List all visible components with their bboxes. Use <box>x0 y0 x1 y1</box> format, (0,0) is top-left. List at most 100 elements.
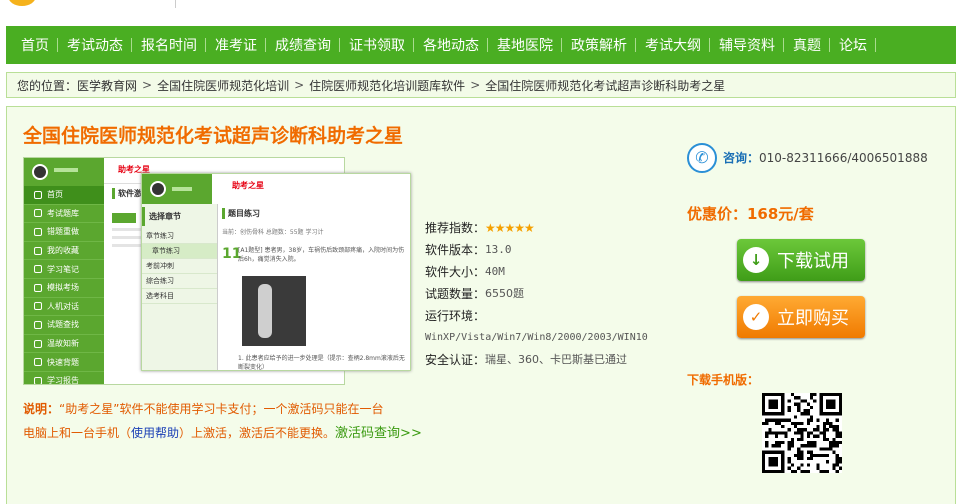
menu-item-icon <box>34 320 42 329</box>
screenshot-menu-item: 错题重做 <box>24 223 104 242</box>
menu-item-icon <box>34 339 42 348</box>
spec-label: 软件版本： <box>425 243 486 257</box>
screenshot-menu-item: 考试题库 <box>24 205 104 224</box>
product-panel: 全国住院医师规范化考试超声诊断科助考之星 首页 考试题库 错题重做 我的收藏 学习笔记模… <box>6 106 956 504</box>
note-text: “助考之星”软件不能使用学习卡支付；一个激活码只能在一台 <box>59 402 384 416</box>
screenshot-menu-item: 我的收藏 <box>24 242 104 261</box>
header-divider <box>175 0 176 8</box>
screenshot-menu-item: 温故知新 <box>24 335 104 354</box>
consult-phone: 010-82311666/4006501888 <box>759 151 928 165</box>
chapter-row: 章节练习 <box>142 244 217 259</box>
breadcrumb-link[interactable]: 全国住院医师规范化培训 <box>157 77 289 94</box>
spec-security: 安全认证： 瑞星、360、卡巴斯基已通过 <box>425 349 675 371</box>
spec-value: 瑞星、360、卡巴斯基已通过 <box>485 353 628 366</box>
menu-item-icon <box>34 376 42 384</box>
avatar <box>150 181 166 197</box>
buy-button-label: 立即购买 <box>777 308 849 329</box>
activation-query-link[interactable]: 激活码查询>> <box>335 426 422 441</box>
help-link[interactable]: 使用帮助 <box>131 426 179 440</box>
top-header <box>0 0 977 26</box>
price: 优惠价：168元/套 <box>687 205 814 223</box>
menu-item-icon <box>34 190 42 199</box>
screenshot-menu-item: 学习笔记 <box>24 260 104 279</box>
mobile-download-label: 下载手机版： <box>687 373 760 387</box>
nav-item[interactable]: 基地医院 <box>488 35 562 55</box>
nav-item[interactable]: 论坛 <box>830 35 876 55</box>
breadcrumb: 您的位置： 医学教育网 > 全国住院医师规范化培训 > 住院医师规范化培训题库软件 > 全国… <box>6 72 956 98</box>
menu-item-icon <box>34 283 42 292</box>
spec-label: 试题数量： <box>425 287 486 301</box>
username-placeholder <box>54 168 78 172</box>
breadcrumb-separator: > <box>142 78 153 92</box>
software-screenshot-front: 助考之星 选择章节 章节练习 章节练习 考前冲刺 综合练习 选考科目 题目练习 当前：创… <box>141 173 411 371</box>
chapter-row: 选考科目 <box>142 289 217 304</box>
breadcrumb-link[interactable]: 医学教育网 <box>77 77 137 94</box>
screenshot-menu-item: 试题查找 <box>24 316 104 335</box>
nav-item[interactable]: 考试动态 <box>58 35 132 55</box>
note-label: 说明： <box>23 402 60 416</box>
nav-item[interactable]: 考试大纲 <box>636 35 710 55</box>
screenshot-menu: 首页 考试题库 错题重做 我的收藏 学习笔记 模拟考场 人机对话 试题查找 温故知新 快速背题 学习… <box>24 186 104 384</box>
menu-item-label: 考试题库 <box>47 208 79 218</box>
spec-value: 40M <box>485 265 505 278</box>
chapter-row: 章节练习 <box>142 229 217 244</box>
quiz-title: 题目练习 <box>222 208 406 219</box>
chapter-panel-title: 选择章节 <box>142 207 217 226</box>
nav-item[interactable]: 各地动态 <box>414 35 488 55</box>
screenshot-menu-item: 人机对话 <box>24 298 104 317</box>
quiz-meta: 当前：创伤骨科 总题数：55题 学习计 <box>222 229 324 236</box>
buy-now-button[interactable]: ✓ 立即购买 <box>737 296 865 338</box>
site-logo[interactable] <box>8 0 36 6</box>
avatar <box>32 164 48 180</box>
breadcrumb-separator: > <box>470 78 481 92</box>
menu-item-icon <box>34 246 42 255</box>
activation-button <box>112 213 136 223</box>
menu-item-label: 学习笔记 <box>47 264 79 274</box>
quiz-area: 题目练习 当前：创伤骨科 总题数：55题 学习计 11 [A1题型] 患者男，3… <box>222 204 406 370</box>
main-nav: 首页 考试动态 报名时间 准考证 成绩查询 证书领取 各地动态 基地医院 政策解析 考试大纲 辅导资… <box>6 26 956 64</box>
spec-version: 软件版本： 13.0 <box>425 239 675 261</box>
nav-item[interactable]: 证书领取 <box>340 35 414 55</box>
spec-rating: 推荐指数： ★★★★★ <box>425 217 675 239</box>
spec-value: 13.0 <box>485 243 512 256</box>
qr-code-icon[interactable] <box>762 393 842 473</box>
breadcrumb-separator: > <box>294 78 305 92</box>
breadcrumb-link[interactable]: 全国住院医师规范化考试超声诊断科助考之星 <box>485 77 725 94</box>
note-text: ）上激活，激活后不能更换。 <box>179 426 336 440</box>
download-button-label: 下载试用 <box>777 251 849 272</box>
nav-item[interactable]: 辅导资料 <box>710 35 784 55</box>
screenshot-menu-item: 快速背题 <box>24 353 104 372</box>
breadcrumb-link[interactable]: 住院医师规范化培训题库软件 <box>309 77 465 94</box>
nav-item[interactable]: 首页 <box>12 35 58 55</box>
screenshot-menu-item: 模拟考场 <box>24 279 104 298</box>
spec-env: 运行环境： <box>425 305 675 327</box>
product-specs: 推荐指数： ★★★★★ 软件版本： 13.0 软件大小： 40M 试题数量： 6… <box>425 217 675 371</box>
nav-item[interactable]: 政策解析 <box>562 35 636 55</box>
question-text: [A1题型] 患者男，38岁，车祸伤后致颈部疼痛，入院时间为伤后6h，痛觉消失入… <box>238 247 405 263</box>
nav-item[interactable]: 成绩查询 <box>266 35 340 55</box>
nav-item[interactable]: 准考证 <box>206 35 266 55</box>
chapter-row: 考前冲刺 <box>142 259 217 274</box>
nav-item[interactable]: 真题 <box>784 35 830 55</box>
phone-icon: ✆ <box>687 143 717 173</box>
spec-env-value: WinXP/Vista/Win7/Win8/2000/2003/WIN10 <box>425 332 648 343</box>
download-trial-button[interactable]: ↓ 下载试用 <box>737 239 865 281</box>
consult-label: 咨询： <box>723 151 760 165</box>
rating-stars-icon: ★★★★★ <box>485 221 535 235</box>
note-text: 电脑上和一台手机（ <box>23 426 132 440</box>
chapter-panel: 选择章节 章节练习 章节练习 考前冲刺 综合练习 选考科目 <box>142 204 218 370</box>
menu-item-icon <box>34 302 42 311</box>
checkmark-icon: ✓ <box>743 304 769 330</box>
username-placeholder <box>172 187 192 191</box>
xray-image <box>242 276 306 346</box>
note-line-1: 说明：“助考之星”软件不能使用学习卡支付；一个激活码只能在一台 <box>23 397 443 421</box>
spec-label: 推荐指数： <box>425 221 486 235</box>
menu-item-label: 首页 <box>47 190 63 200</box>
menu-item-label: 我的收藏 <box>47 246 79 256</box>
menu-item-icon <box>34 265 42 274</box>
nav-item[interactable]: 报名时间 <box>132 35 206 55</box>
front-user-head <box>142 174 212 204</box>
question-subtext: 1. 此患者应给予的进一步处理是（提示：查柄2.8mm滚液后无断裂变化） <box>238 355 405 371</box>
note-line-2: 电脑上和一台手机（使用帮助）上激活，激活后不能更换。激活码查询>> <box>23 421 443 446</box>
menu-item-label: 温故知新 <box>47 339 79 349</box>
